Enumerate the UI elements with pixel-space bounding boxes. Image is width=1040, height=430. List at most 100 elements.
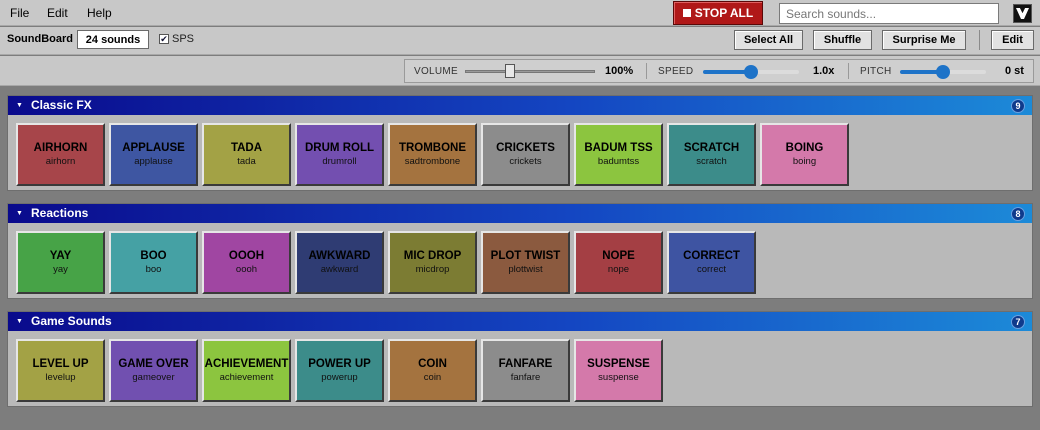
pad-name: ACHIEVEMENT [204, 358, 289, 370]
sound-pad[interactable]: NOPE nope [574, 231, 663, 294]
pad-key: applause [134, 156, 173, 167]
pad-name: GAME OVER [118, 358, 189, 370]
pad-name: TADA [230, 142, 263, 154]
collapse-caret-icon[interactable]: ▼ [16, 318, 23, 325]
sound-pad[interactable]: ACHIEVEMENT achievement [202, 339, 291, 402]
pad-key: micdrop [415, 264, 450, 275]
collapse-caret-icon[interactable]: ▼ [16, 210, 23, 217]
sound-pad[interactable]: BADUM TSS badumtss [574, 123, 663, 186]
group-header[interactable]: ▼ Game Sounds 7 [8, 312, 1032, 331]
shuffle-button[interactable]: Shuffle [813, 30, 872, 50]
sound-pad[interactable]: SCRATCH scratch [667, 123, 756, 186]
pad-name: MIC DROP [403, 250, 462, 262]
pad-name: AWKWARD [308, 250, 371, 262]
pitch-slider[interactable] [900, 65, 986, 79]
group-count-badge: 9 [1011, 99, 1025, 113]
pad-key: scratch [696, 156, 727, 167]
menu-help[interactable]: Help [87, 6, 112, 20]
pad-key: nope [607, 264, 630, 275]
sound-pad[interactable]: MIC DROP micdrop [388, 231, 477, 294]
audio-controls: VOLUME 100% SPEED 1.0x PITCH 0 st [404, 59, 1034, 83]
pad-key: yay [53, 264, 68, 275]
pad-name: AIRHORN [33, 142, 88, 154]
pad-name: POWER UP [308, 358, 371, 370]
group-title: Classic FX [31, 98, 92, 112]
group-reactions: ▼ Reactions 8 YAY yay BOO boo OOOH oooh AWK… [7, 203, 1033, 299]
sound-pad[interactable]: CRICKETS crickets [481, 123, 570, 186]
pad-name: COIN [418, 358, 447, 370]
sound-count-value: 24 sounds [85, 33, 141, 46]
sound-pad[interactable]: AIRHORN airhorn [16, 123, 105, 186]
pad-name: APPLAUSE [122, 142, 185, 154]
pad-name: CORRECT [683, 250, 740, 262]
pad-name: LEVEL UP [32, 358, 89, 370]
sound-pad[interactable]: CORRECT correct [667, 231, 756, 294]
sound-pad[interactable]: TROMBONE sadtrombone [388, 123, 477, 186]
volume-slider-track[interactable] [465, 70, 595, 73]
search-input[interactable] [779, 3, 999, 24]
pad-key: badumtss [597, 156, 640, 167]
sound-pad[interactable]: SUSPENSE suspense [574, 339, 663, 402]
logo-icon [1016, 8, 1029, 19]
app-logo [1013, 4, 1032, 23]
sound-pad[interactable]: YAY yay [16, 231, 105, 294]
speed-slider[interactable] [703, 65, 799, 79]
control-bar: VOLUME 100% SPEED 1.0x PITCH 0 st [0, 56, 1040, 86]
app-label: SoundBoard [7, 33, 73, 45]
volume-slider-thumb[interactable] [505, 64, 515, 78]
pad-key: tada [237, 156, 256, 167]
sound-pad[interactable]: BOING boing [760, 123, 849, 186]
group-game-sounds: ▼ Game Sounds 7 LEVEL UP levelup GAME OVE… [7, 311, 1033, 407]
pad-name: BOING [785, 142, 824, 154]
stop-all-label: STOP ALL [694, 6, 754, 20]
group-count-badge: 8 [1011, 207, 1025, 221]
sound-pad[interactable]: COIN coin [388, 339, 477, 402]
sound-pad[interactable]: POWER UP powerup [295, 339, 384, 402]
pad-name: YAY [49, 250, 72, 262]
sps-label: SPS [172, 33, 195, 45]
sound-pad[interactable]: LEVEL UP levelup [16, 339, 105, 402]
pad-key: plottwist [508, 264, 543, 275]
collapse-caret-icon[interactable]: ▼ [16, 102, 23, 109]
sound-pad[interactable]: GAME OVER gameover [109, 339, 198, 402]
pad-key: correct [696, 264, 727, 275]
sound-pad[interactable]: FANFARE fanfare [481, 339, 570, 402]
pad-name: SCRATCH [683, 142, 740, 154]
sound-pad[interactable]: AWKWARD awkward [295, 231, 384, 294]
menu-file[interactable]: File [10, 6, 29, 20]
pad-key: awkward [320, 264, 359, 275]
pad-key: boo [145, 264, 162, 275]
group-header[interactable]: ▼ Classic FX 9 [8, 96, 1032, 115]
sound-count-field[interactable]: 24 sounds [77, 30, 149, 49]
surprise-me-button[interactable]: Surprise Me [882, 30, 966, 50]
pad-name: DRUM ROLL [305, 142, 374, 154]
sound-pad[interactable]: PLOT TWIST plottwist [481, 231, 570, 294]
edit-label: Edit [1002, 34, 1023, 46]
menu-edit[interactable]: Edit [47, 6, 68, 20]
pad-key: crickets [509, 156, 542, 167]
stop-all-button[interactable]: STOP ALL [673, 1, 763, 25]
pad-name: BOO [140, 250, 167, 262]
menu-bar: File Edit Help STOP ALL [0, 0, 1040, 26]
group-title: Game Sounds [31, 314, 112, 328]
sound-pad[interactable]: TADA tada [202, 123, 291, 186]
stop-icon [682, 9, 691, 17]
speed-label: SPEED [658, 66, 694, 77]
group-title: Reactions [31, 206, 89, 220]
pad-name: FANFARE [498, 358, 553, 370]
pad-key: powerup [321, 372, 358, 383]
group-header[interactable]: ▼ Reactions 8 [8, 204, 1032, 223]
sound-pad[interactable]: OOOH oooh [202, 231, 291, 294]
speed-value: 1.0x [813, 65, 835, 77]
sound-pad[interactable]: APPLAUSE applause [109, 123, 198, 186]
group-count-badge: 7 [1011, 315, 1025, 329]
speed-slider-thumb[interactable] [744, 65, 758, 79]
sps-checkbox[interactable]: ✔ [159, 34, 169, 44]
toolbar-divider [979, 30, 980, 50]
select-all-button[interactable]: Select All [734, 30, 803, 50]
pitch-slider-thumb[interactable] [936, 65, 950, 79]
sound-pad[interactable]: BOO boo [109, 231, 198, 294]
volume-label: VOLUME [414, 66, 459, 77]
edit-button[interactable]: Edit [991, 30, 1034, 50]
sound-pad[interactable]: DRUM ROLL drumroll [295, 123, 384, 186]
